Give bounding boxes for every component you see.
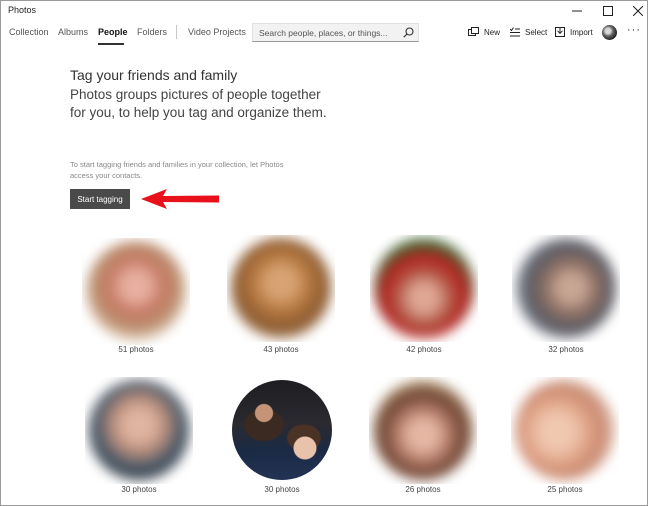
person-thumbnail[interactable]: [369, 377, 477, 484]
person-photo-count: 30 photos: [121, 485, 157, 494]
person-photo-count: 26 photos: [405, 485, 441, 494]
import-icon: [555, 27, 565, 37]
tab-collection[interactable]: Collection: [9, 27, 49, 37]
hero-description: Photos groups pictures of people togethe…: [70, 87, 327, 120]
search-input[interactable]: Search people, places, or things...: [252, 23, 419, 42]
maximize-button[interactable]: [591, 1, 625, 21]
import-label: Import: [570, 27, 593, 37]
window-title: Photos: [8, 5, 37, 15]
select-button[interactable]: Select: [510, 25, 547, 39]
close-icon: [633, 6, 643, 16]
person-thumbnail[interactable]: [512, 235, 620, 342]
nav-divider: [176, 25, 177, 39]
close-button[interactable]: [621, 1, 647, 21]
new-icon: [468, 27, 479, 36]
person-face: [86, 241, 186, 341]
person-thumbnail[interactable]: [228, 377, 336, 484]
person-face: [232, 380, 332, 480]
person-thumbnail[interactable]: [227, 235, 335, 342]
maximize-icon: [603, 6, 613, 16]
person-thumbnail[interactable]: [370, 235, 478, 342]
title-bar: Photos: [1, 1, 647, 21]
tab-folders[interactable]: Folders: [137, 27, 167, 37]
import-button[interactable]: Import: [555, 25, 593, 39]
tab-video-projects[interactable]: Video Projects: [188, 27, 246, 37]
more-options-icon[interactable]: ···: [627, 24, 641, 36]
tab-people[interactable]: People: [98, 27, 128, 37]
person-face: [515, 380, 615, 480]
person-face: [89, 380, 189, 480]
person-photo-count: 30 photos: [264, 485, 300, 494]
search-icon[interactable]: [403, 27, 414, 38]
hero-title: Tag your friends and family: [70, 67, 238, 83]
person-face: [516, 238, 616, 338]
person-face: [231, 238, 331, 338]
person-photo-count: 51 photos: [118, 345, 154, 354]
account-avatar[interactable]: [602, 25, 617, 40]
minimize-icon: [572, 10, 582, 12]
photos-window: Photos Collection Albums People Folders …: [0, 0, 648, 506]
person-photo-count: 25 photos: [547, 485, 583, 494]
person-photo-count: 32 photos: [548, 345, 584, 354]
select-label: Select: [525, 27, 548, 37]
start-tagging-button[interactable]: Start tagging: [70, 189, 130, 209]
person-face: [373, 380, 473, 480]
new-button[interactable]: New: [468, 25, 500, 39]
person-thumbnail[interactable]: [511, 377, 619, 484]
tab-albums[interactable]: Albums: [58, 27, 88, 37]
minimize-button[interactable]: [560, 1, 594, 21]
person-photo-count: 43 photos: [263, 345, 299, 354]
hero-hint: To start tagging friends and families in…: [70, 160, 284, 180]
red-arrow-annotation-icon: [141, 189, 219, 209]
person-photo-count: 42 photos: [406, 345, 442, 354]
person-face: [374, 238, 474, 338]
search-placeholder: Search people, places, or things...: [259, 28, 388, 38]
active-tab-indicator: [98, 43, 124, 45]
select-icon: [510, 27, 520, 37]
new-label: New: [484, 27, 501, 37]
person-thumbnail[interactable]: [82, 238, 190, 345]
person-thumbnail[interactable]: [85, 377, 193, 484]
